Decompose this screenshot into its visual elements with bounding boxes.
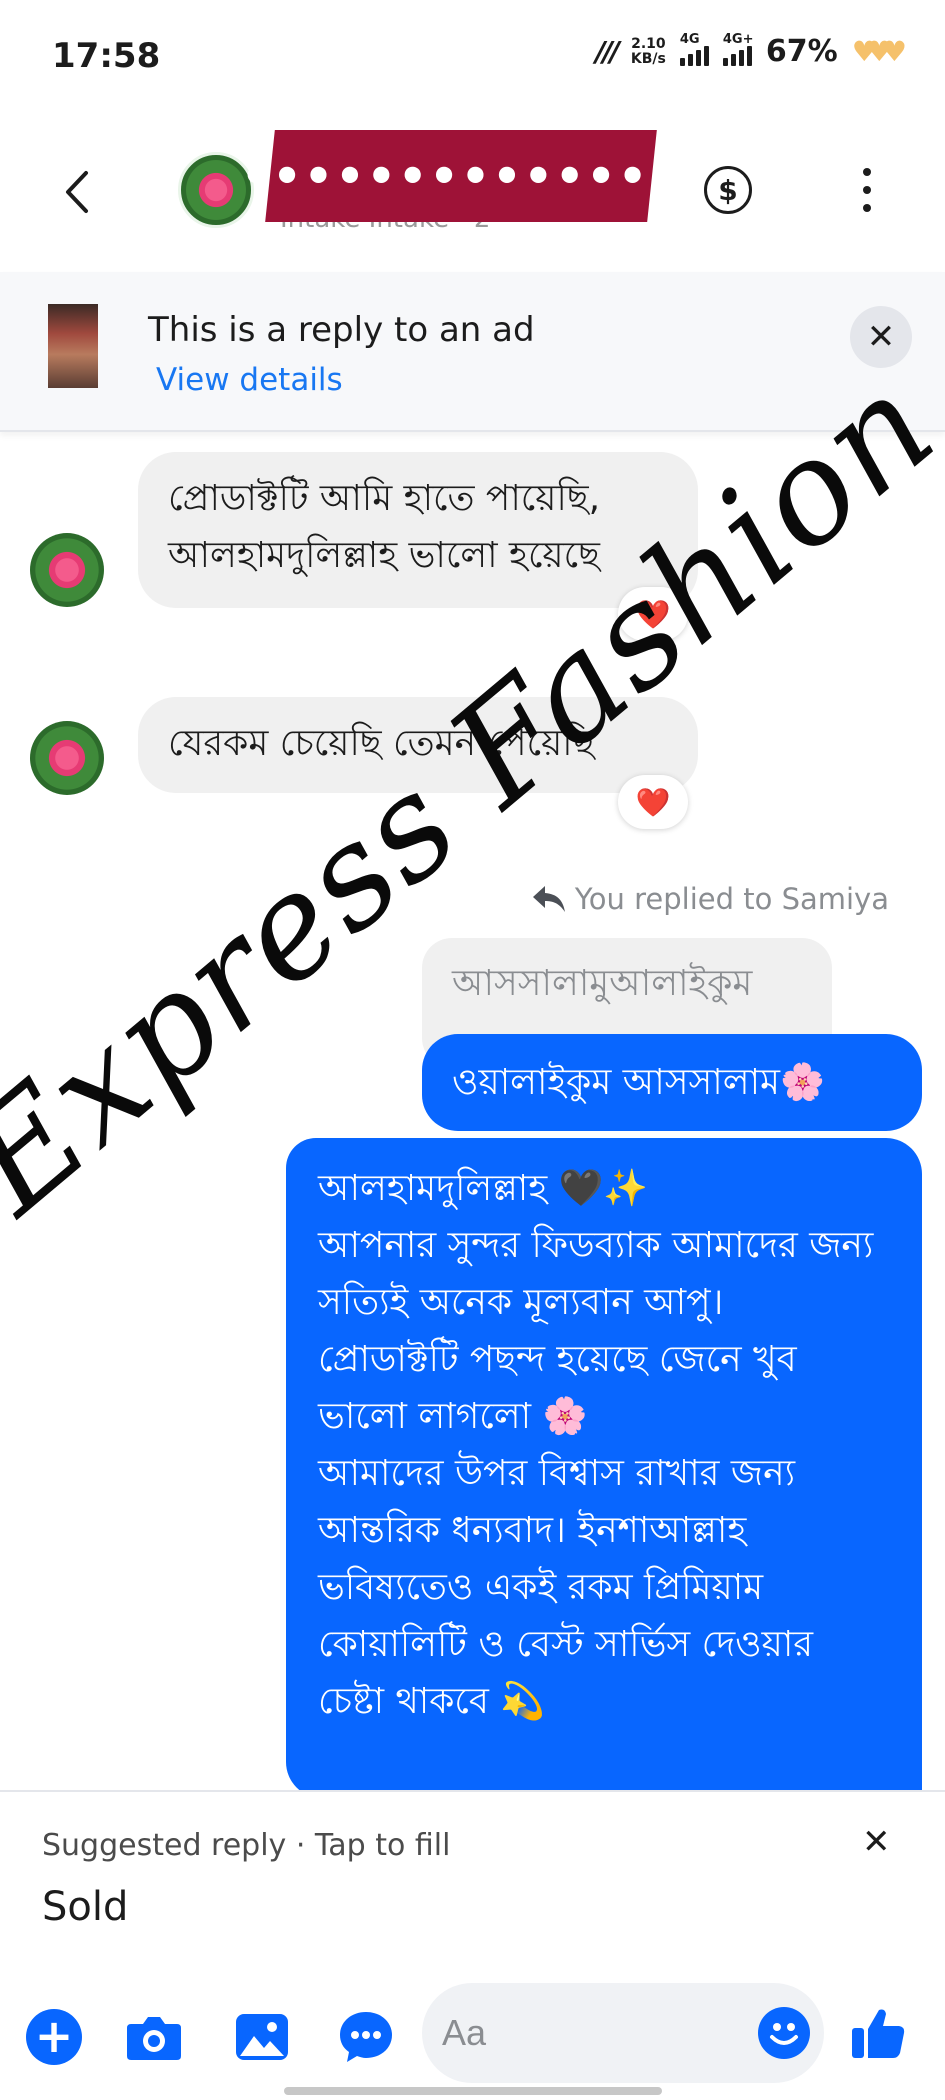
incoming-message[interactable]: যেরকম চেয়েছি তেমন পেয়েছি	[138, 697, 698, 793]
ad-thumbnail[interactable]	[48, 304, 98, 388]
replied-to-label: You replied to Samiya	[574, 882, 889, 916]
chat-apps-button[interactable]	[336, 2007, 396, 2067]
status-time: 17:58	[52, 36, 161, 76]
chevron-left-icon	[66, 171, 88, 213]
plus-button[interactable]: +	[24, 2007, 84, 2067]
signal-1-icon: 4G	[679, 32, 709, 66]
contact-name: ••••••••••••••	[241, 149, 681, 203]
ad-banner-title: This is a reply to an ad	[148, 310, 535, 350]
thumbs-up-icon	[852, 2009, 905, 2058]
sender-avatar[interactable]	[30, 721, 104, 795]
view-details-link[interactable]: View details	[156, 362, 343, 398]
close-banner-button[interactable]: ✕	[850, 306, 912, 368]
message-composer: +	[0, 1965, 945, 2100]
outgoing-message[interactable]: ওয়ালাইকুম আসসালাম🌸	[422, 1034, 922, 1131]
home-indicator[interactable]	[284, 2087, 662, 2095]
heart-reaction-icon[interactable]: ❤️	[618, 587, 688, 641]
suggested-reply-panel[interactable]: Suggested reply · Tap to fill Sold ✕	[0, 1790, 945, 1965]
chat-bubble-icon	[340, 2012, 392, 2062]
battery-hearts-icon: ♥♥♥	[851, 35, 907, 68]
signal-1-label: 4G	[679, 31, 700, 47]
network-speed-value: 2.10	[631, 35, 666, 52]
close-icon: ✕	[866, 317, 896, 357]
payment-dollar-icon[interactable]: $	[704, 166, 752, 214]
contact-name-redacted[interactable]: ••••••••••••••	[241, 130, 681, 222]
image-icon	[236, 2014, 288, 2060]
outgoing-message[interactable]: আলহামদুলিল্লাহ 🖤✨ আপনার সুন্দর ফিডব্যাক …	[286, 1138, 922, 1798]
message-input-container[interactable]	[422, 1983, 824, 2083]
status-bar: 17:58 /// 2.10 KB/s 4G 4G+ 67% ♥♥♥	[0, 0, 945, 120]
like-button[interactable]	[848, 2003, 908, 2063]
camera-button[interactable]	[124, 2007, 184, 2067]
incoming-message[interactable]: প্রোডাক্টটি আমি হাতে পায়েছি, আলহামদুলিল…	[138, 452, 698, 608]
gallery-button[interactable]	[232, 2007, 292, 2067]
heart-reaction-icon[interactable]: ❤️	[618, 775, 688, 829]
sender-avatar[interactable]	[30, 533, 104, 607]
smiley-icon	[770, 2023, 798, 2045]
carrier-logo-icon: ///	[595, 35, 620, 68]
back-button[interactable]	[52, 162, 102, 222]
battery-percent: 67%	[765, 34, 838, 69]
signal-2-label: 4G+	[722, 31, 754, 47]
replied-to-note: You replied to Samiya	[531, 882, 889, 916]
suggested-reply-heading: Suggested reply · Tap to fill	[42, 1828, 451, 1863]
reply-arrow-icon	[532, 886, 565, 912]
ad-reply-banner: This is a reply to an ad View details ✕	[0, 272, 945, 432]
close-icon[interactable]: ✕	[862, 1822, 891, 1862]
more-options-icon[interactable]	[852, 162, 882, 218]
emoji-button[interactable]	[758, 2007, 810, 2059]
status-icons: /// 2.10 KB/s 4G 4G+ 67% ♥♥♥	[595, 32, 907, 70]
network-speed-unit: KB/s	[630, 50, 666, 67]
camera-icon	[127, 2017, 181, 2060]
chat-header: Intake Intake · 2 •••••••••••••• $	[0, 120, 945, 270]
suggested-reply-text[interactable]: Sold	[42, 1884, 128, 1930]
plus-icon: +	[26, 2009, 82, 2065]
message-input[interactable]	[442, 2009, 722, 2057]
signal-2-icon: 4G+	[722, 32, 753, 66]
network-speed: 2.10 KB/s	[630, 35, 666, 67]
